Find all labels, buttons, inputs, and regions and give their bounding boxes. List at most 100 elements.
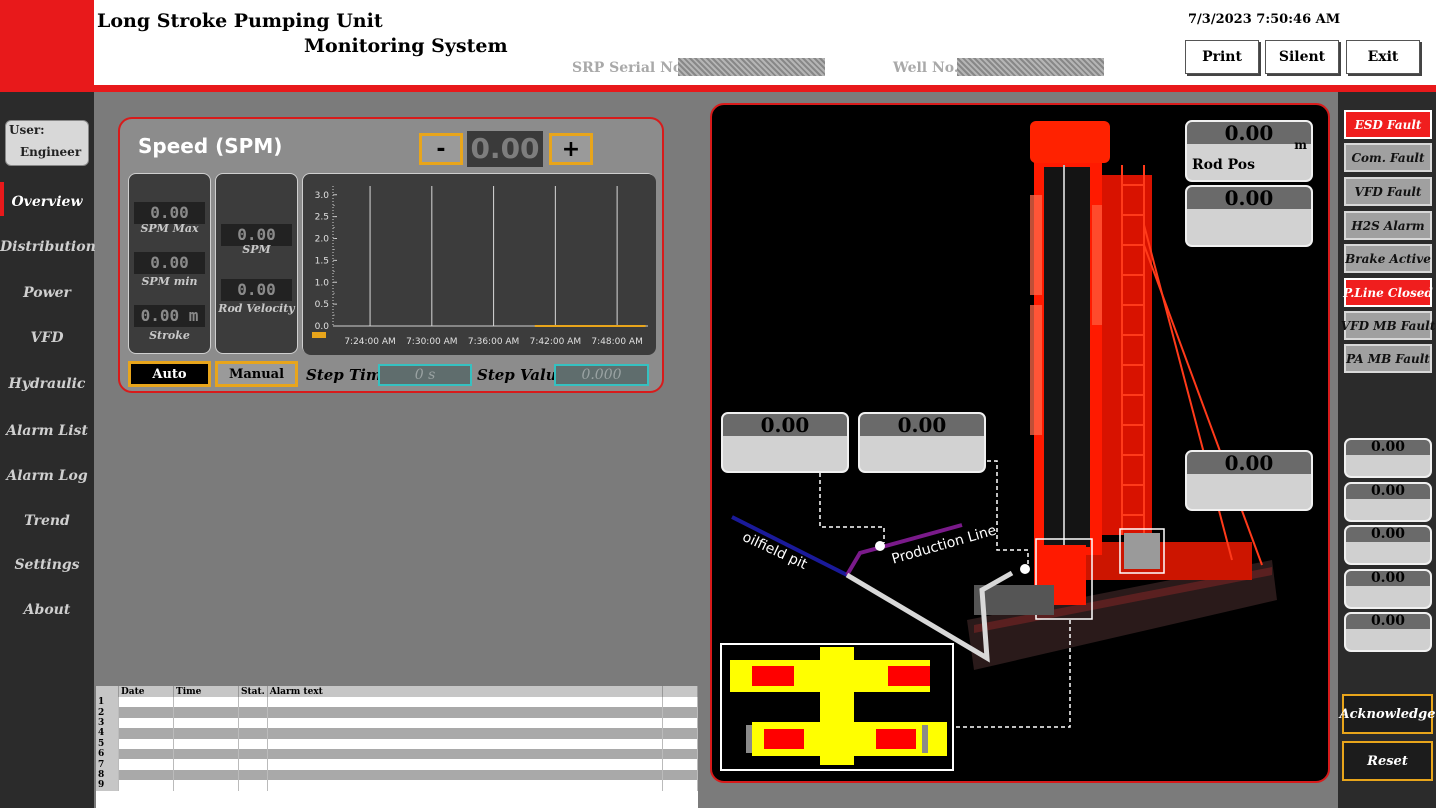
rod-pos-value: 0.00 <box>1187 122 1311 144</box>
app-title-line2: Monitoring System <box>304 35 508 57</box>
vfd-fault-indicator: VFD Fault <box>1344 177 1432 206</box>
logo-block <box>0 0 94 92</box>
row-number-header <box>96 686 119 697</box>
y-tick-label: 1.5 <box>315 256 329 266</box>
column-header-stat: Stat. <box>238 686 268 697</box>
app-title-line1: Long Stroke Pumping Unit <box>97 10 383 32</box>
manual-mode-button[interactable]: Manual <box>215 361 298 387</box>
spm-label: SPM <box>242 243 271 256</box>
pumping-unit-visual: oilfield pit Production Line 0.00 m Rod … <box>710 103 1330 783</box>
srp-serial-label: SRP Serial No. <box>572 60 687 76</box>
alarm-table[interactable]: Date Time Stat. Alarm text 1 2 3 4 5 6 7… <box>96 686 699 808</box>
table-row[interactable]: 3 <box>96 717 699 729</box>
value-card-value: 0.00 <box>723 414 847 436</box>
value-card: 0.00 <box>858 412 986 473</box>
right-value: 0.00 <box>1346 527 1430 542</box>
datetime: 7/3/2023 7:50:46 AM <box>1188 12 1341 27</box>
speed-title: Speed (SPM) <box>138 134 283 158</box>
right-value: 0.00 <box>1346 440 1430 455</box>
header-divider <box>0 85 1436 92</box>
spm-min-label: SPM min <box>141 275 198 288</box>
com-fault-indicator: Com. Fault <box>1344 143 1432 172</box>
table-row[interactable]: 1 <box>96 697 699 708</box>
right-value: 0.00 <box>1346 484 1430 499</box>
motor <box>1124 533 1160 569</box>
tower-counterweight-channel <box>1044 167 1090 547</box>
table-row[interactable]: 4 <box>96 728 699 739</box>
nav-power[interactable]: Power <box>0 281 94 305</box>
right-value-card: 0.00 <box>1344 438 1432 478</box>
table-row[interactable]: 2 <box>96 707 699 718</box>
y-tick-label: 0.5 <box>315 300 329 310</box>
speed-increase-button[interactable]: + <box>549 133 593 165</box>
x-tick-label: 7:48:00 AM <box>591 337 642 347</box>
side-mesh <box>1030 305 1042 435</box>
nav-trend[interactable]: Trend <box>0 509 94 533</box>
spm-max-value: 0.00 <box>134 202 205 224</box>
nav-hydraulic[interactable]: Hydraulic <box>0 372 94 396</box>
spm-min-value: 0.00 <box>134 252 205 274</box>
right-value-card: 0.00 <box>1344 569 1432 609</box>
nav-about[interactable]: About <box>0 598 94 622</box>
row-number: 1 <box>96 697 119 708</box>
x-tick-label: 7:30:00 AM <box>406 337 457 347</box>
column-header-alarm-text: Alarm text <box>267 686 663 697</box>
value-card-value: 0.00 <box>1187 187 1311 209</box>
value-card: 0.00 <box>1185 450 1313 511</box>
print-button[interactable]: Print <box>1185 40 1259 74</box>
nav-vfd[interactable]: VFD <box>0 326 94 350</box>
y-tick-label: 2.5 <box>315 213 329 223</box>
spm-trend-chart: 3.0 2.5 2.0 1.5 1.0 0.5 0.0 7:24:00 AM 7:30:00 A… <box>303 174 656 355</box>
reset-button[interactable]: Reset <box>1342 741 1433 781</box>
legend-swatch <box>312 332 326 338</box>
y-tick-label: 1.0 <box>315 278 330 288</box>
nav-distribution[interactable]: Distribution <box>0 235 96 259</box>
row-number: 3 <box>96 717 119 729</box>
rod-velocity-value: 0.00 <box>221 279 292 301</box>
rod-pos-label: Rod Pos <box>1192 157 1256 173</box>
well-value <box>957 58 1104 76</box>
stroke-value: 0.00 m <box>134 305 205 327</box>
row-number: 6 <box>96 748 119 760</box>
exit-button[interactable]: Exit <box>1346 40 1420 74</box>
chart-background <box>303 174 656 355</box>
trend-chart-panel: 3.0 2.5 2.0 1.5 1.0 0.5 0.0 7:24:00 AM 7:30:00 A… <box>302 173 656 355</box>
right-value-card: 0.00 <box>1344 482 1432 522</box>
step-value-label: Step Value <box>477 366 567 384</box>
valve-icon <box>1020 564 1030 574</box>
spm-max-label: SPM Max <box>140 222 199 235</box>
rod-velocity-label: Rod Velocity <box>218 302 295 315</box>
auto-mode-button[interactable]: Auto <box>128 361 211 387</box>
nav-alarm-log[interactable]: Alarm Log <box>0 464 94 488</box>
nav-settings[interactable]: Settings <box>0 553 94 577</box>
right-value: 0.00 <box>1346 571 1430 586</box>
x-tick-label: 7:36:00 AM <box>468 337 519 347</box>
silent-button[interactable]: Silent <box>1265 40 1339 74</box>
table-row[interactable]: 8 <box>96 769 699 781</box>
esd-fault-indicator: ESD Fault <box>1344 110 1432 139</box>
nav-overview[interactable]: Overview <box>0 190 94 214</box>
table-row[interactable]: 7 <box>96 759 699 770</box>
user-name: Engineer <box>20 145 82 159</box>
table-row[interactable]: 5 <box>96 738 699 749</box>
step-time-input[interactable]: 0 s <box>378 364 472 386</box>
acknowledge-button[interactable]: Acknowledge <box>1340 694 1436 734</box>
row-number: 4 <box>96 728 119 739</box>
vfd-mb-fault-indicator: VFD MB Fault <box>1341 311 1435 340</box>
speed-setpoint[interactable]: 0.00 <box>467 131 543 167</box>
row-number: 8 <box>96 769 119 781</box>
nav-alarm-list[interactable]: Alarm List <box>0 419 94 443</box>
row-number: 9 <box>96 780 119 791</box>
table-row[interactable]: 9 <box>96 780 699 791</box>
rod-pos-unit: m <box>1294 138 1307 152</box>
table-row[interactable]: 6 <box>96 748 699 760</box>
right-value-card: 0.00 <box>1344 612 1432 652</box>
step-value-input[interactable]: 0.000 <box>554 364 649 386</box>
user-box: User: Engineer <box>5 120 89 166</box>
speed-decrease-button[interactable]: - <box>419 133 463 165</box>
value-card-value: 0.00 <box>1187 452 1311 474</box>
srp-serial-value <box>678 58 825 76</box>
pline-closed-indicator: P.Line Closed <box>1343 278 1433 307</box>
y-tick-label: 0.0 <box>315 322 330 332</box>
right-value: 0.00 <box>1346 614 1430 629</box>
